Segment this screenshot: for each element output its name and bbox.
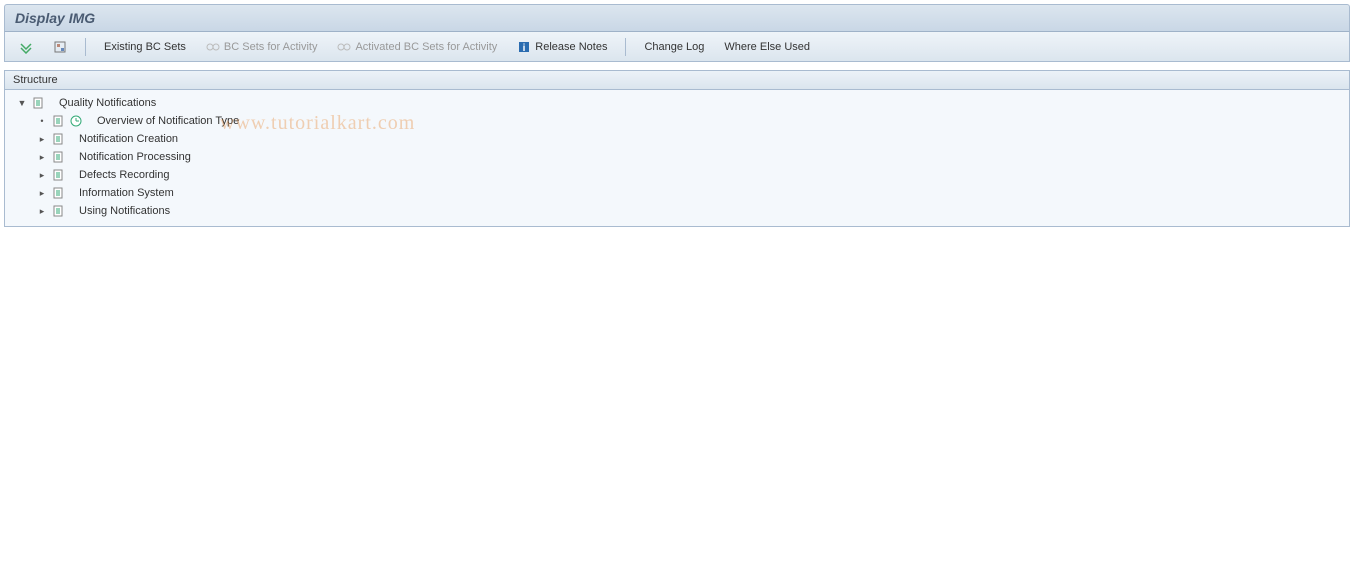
glasses-icon [206, 41, 220, 53]
expand-subtree-icon [19, 40, 33, 54]
toolbar-label: BC Sets for Activity [224, 41, 318, 53]
tree-label: Overview of Notification Type [85, 115, 239, 127]
toolbar-label: Where Else Used [724, 41, 810, 53]
toolbar-separator [625, 38, 626, 56]
expand-icon[interactable]: ▸ [37, 188, 47, 199]
tree-label: Information System [67, 187, 174, 199]
change-log-button[interactable]: Change Log [638, 39, 710, 55]
tree-child-row[interactable]: ▸ Information System [5, 184, 1349, 202]
tree-child-row[interactable]: ▸ Notification Processing [5, 148, 1349, 166]
toolbar-label: Activated BC Sets for Activity [355, 41, 497, 53]
tree-root-row[interactable]: ▼ Quality Notifications [5, 94, 1349, 112]
doc-icon [51, 150, 65, 164]
app-header: Display IMG [4, 4, 1350, 32]
doc-icon [31, 96, 45, 110]
hierarchy-icon [53, 40, 67, 54]
tree-label: Using Notifications [67, 205, 170, 217]
tree-child-row[interactable]: ▸ Notification Creation [5, 130, 1349, 148]
collapse-icon[interactable]: ▼ [17, 98, 27, 108]
doc-icon [51, 186, 65, 200]
leaf-icon[interactable]: • [37, 116, 47, 126]
existing-bc-sets-button[interactable]: Existing BC Sets [98, 39, 192, 55]
tree-label: Defects Recording [67, 169, 170, 181]
page-title: Display IMG [15, 10, 95, 26]
toolbar: Existing BC Sets BC Sets for Activity Ac… [4, 32, 1350, 62]
tree: ▼ Quality Notifications • Overview of Not… [5, 90, 1349, 226]
panel-header: Structure [5, 71, 1349, 90]
img-structure-button[interactable] [47, 38, 73, 56]
glasses-icon [337, 41, 351, 53]
expand-icon[interactable]: ▸ [37, 206, 47, 217]
structure-panel: Structure ▼ Quality Notifications • Overv… [4, 70, 1350, 227]
svg-text:i: i [523, 43, 526, 54]
tree-label: Notification Creation [67, 133, 178, 145]
tree-label: Notification Processing [67, 151, 191, 163]
activity-icon[interactable] [69, 114, 83, 128]
expand-icon[interactable]: ▸ [37, 170, 47, 181]
expand-icon[interactable]: ▸ [37, 152, 47, 163]
toolbar-label: Change Log [644, 41, 704, 53]
info-icon: i [517, 40, 531, 54]
toolbar-label: Existing BC Sets [104, 41, 186, 53]
toolbar-separator [85, 38, 86, 56]
doc-icon [51, 168, 65, 182]
doc-icon [51, 204, 65, 218]
release-notes-button[interactable]: i Release Notes [511, 38, 613, 56]
toolbar-label: Release Notes [535, 41, 607, 53]
bc-sets-for-activity-button: BC Sets for Activity [200, 39, 324, 55]
doc-icon [51, 132, 65, 146]
tree-child-row[interactable]: ▸ Defects Recording [5, 166, 1349, 184]
expand-collapse-button[interactable] [13, 38, 39, 56]
expand-icon[interactable]: ▸ [37, 134, 47, 145]
activated-bc-sets-button: Activated BC Sets for Activity [331, 39, 503, 55]
tree-child-row[interactable]: ▸ Using Notifications [5, 202, 1349, 220]
doc-icon [51, 114, 65, 128]
tree-label: Quality Notifications [47, 97, 156, 109]
tree-child-row[interactable]: • Overview of Notification Type [5, 112, 1349, 130]
where-else-used-button[interactable]: Where Else Used [718, 39, 816, 55]
